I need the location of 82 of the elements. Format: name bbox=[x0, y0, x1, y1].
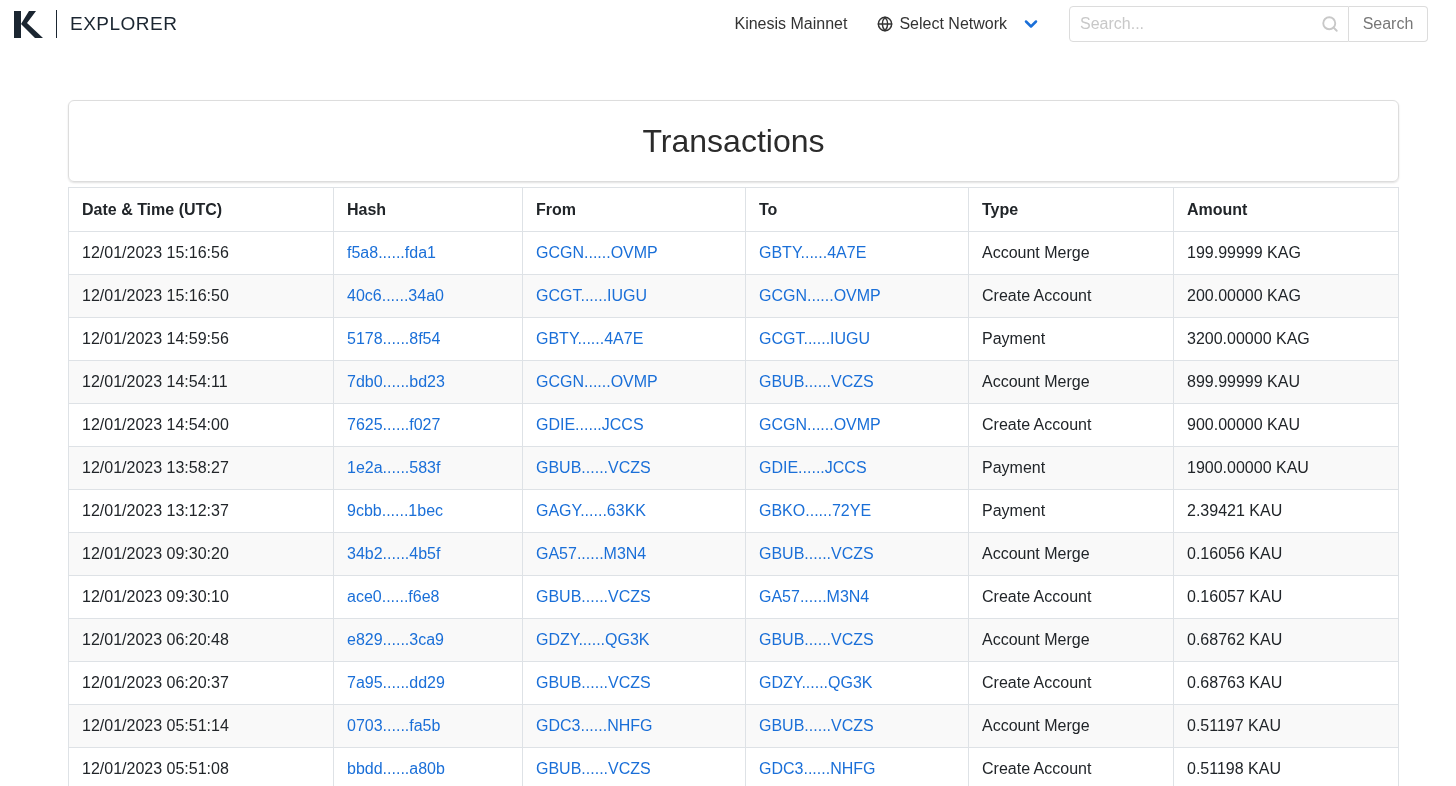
logo-icon bbox=[14, 10, 43, 38]
to-address-link[interactable]: GBUB......VCZS bbox=[759, 717, 874, 734]
date-time-cell: 12/01/2023 15:16:50 bbox=[68, 274, 334, 318]
hash-link[interactable]: 7a95......dd29 bbox=[347, 674, 445, 691]
hash-link[interactable]: 1e2a......583f bbox=[347, 459, 441, 476]
type-cell: Account Merge bbox=[968, 618, 1174, 662]
type-cell: Account Merge bbox=[968, 704, 1174, 748]
type-cell: Create Account bbox=[968, 575, 1174, 619]
from-address-link[interactable]: GAGY......63KK bbox=[536, 502, 646, 519]
date-time-cell: 12/01/2023 13:12:37 bbox=[68, 489, 334, 533]
amount-cell: 2.39421 KAU bbox=[1173, 489, 1399, 533]
column-header: Hash bbox=[333, 187, 523, 232]
search-icon bbox=[1321, 15, 1339, 33]
amount-cell: 0.68763 KAU bbox=[1173, 661, 1399, 705]
date-time-cell: 12/01/2023 09:30:10 bbox=[68, 575, 334, 619]
amount-cell: 200.00000 KAG bbox=[1173, 274, 1399, 318]
hash-link[interactable]: 7db0......bd23 bbox=[347, 373, 445, 390]
column-header: Type bbox=[968, 187, 1174, 232]
search-button[interactable]: Search bbox=[1349, 6, 1428, 42]
from-address-link[interactable]: GCGT......IUGU bbox=[536, 287, 648, 304]
logo-text: EXPLORER bbox=[70, 13, 178, 35]
amount-cell: 900.00000 KAU bbox=[1173, 403, 1399, 447]
type-cell: Payment bbox=[968, 317, 1174, 361]
hash-link[interactable]: 9cbb......1bec bbox=[347, 502, 444, 519]
from-address-link[interactable]: GDZY......QG3K bbox=[536, 631, 650, 648]
from-address-link[interactable]: GBTY......4A7E bbox=[536, 330, 644, 347]
hash-link[interactable]: 7625......f027 bbox=[347, 416, 441, 433]
to-address-link[interactable]: GBTY......4A7E bbox=[759, 244, 867, 261]
type-cell: Account Merge bbox=[968, 231, 1174, 275]
type-cell: Account Merge bbox=[968, 532, 1174, 576]
column-header: Date & Time (UTC) bbox=[68, 187, 334, 232]
from-address-link[interactable]: GBUB......VCZS bbox=[536, 674, 651, 691]
to-address-link[interactable]: GA57......M3N4 bbox=[759, 588, 870, 605]
from-address-link[interactable]: GBUB......VCZS bbox=[536, 459, 651, 476]
amount-cell: 899.99999 KAU bbox=[1173, 360, 1399, 404]
amount-cell: 3200.00000 KAG bbox=[1173, 317, 1399, 361]
hash-link[interactable]: 34b2......4b5f bbox=[347, 545, 441, 562]
column-header: From bbox=[522, 187, 746, 232]
network-selector[interactable]: Select Network bbox=[877, 14, 1041, 34]
amount-cell: 199.99999 KAG bbox=[1173, 231, 1399, 275]
to-address-link[interactable]: GBUB......VCZS bbox=[759, 545, 874, 562]
date-time-cell: 12/01/2023 06:20:37 bbox=[68, 661, 334, 705]
amount-cell: 0.68762 KAU bbox=[1173, 618, 1399, 662]
globe-icon bbox=[877, 16, 894, 32]
date-time-cell: 12/01/2023 05:51:14 bbox=[68, 704, 334, 748]
to-address-link[interactable]: GCGT......IUGU bbox=[759, 330, 871, 347]
type-cell: Create Account bbox=[968, 274, 1174, 318]
date-time-cell: 12/01/2023 05:51:08 bbox=[68, 747, 334, 786]
date-time-cell: 12/01/2023 15:16:56 bbox=[68, 231, 334, 275]
to-address-link[interactable]: GDZY......QG3K bbox=[759, 674, 873, 691]
type-cell: Account Merge bbox=[968, 360, 1174, 404]
amount-cell: 0.51197 KAU bbox=[1173, 704, 1399, 748]
to-address-link[interactable]: GDIE......JCCS bbox=[759, 459, 867, 476]
hash-link[interactable]: f5a8......fda1 bbox=[347, 244, 436, 261]
date-time-cell: 12/01/2023 09:30:20 bbox=[68, 532, 334, 576]
type-cell: Payment bbox=[968, 446, 1174, 490]
hash-link[interactable]: 0703......fa5b bbox=[347, 717, 441, 734]
hash-link[interactable]: ace0......f6e8 bbox=[347, 588, 440, 605]
from-address-link[interactable]: GA57......M3N4 bbox=[536, 545, 647, 562]
hash-link[interactable]: 5178......8f54 bbox=[347, 330, 441, 347]
type-cell: Create Account bbox=[968, 661, 1174, 705]
amount-cell: 1900.00000 KAU bbox=[1173, 446, 1399, 490]
to-address-link[interactable]: GBUB......VCZS bbox=[759, 631, 874, 648]
hash-link[interactable]: e829......3ca9 bbox=[347, 631, 444, 648]
date-time-cell: 12/01/2023 14:54:00 bbox=[68, 403, 334, 447]
type-cell: Payment bbox=[968, 489, 1174, 533]
column-header: Amount bbox=[1173, 187, 1399, 232]
to-address-link[interactable]: GBUB......VCZS bbox=[759, 373, 874, 390]
type-cell: Create Account bbox=[968, 403, 1174, 447]
date-time-cell: 12/01/2023 06:20:48 bbox=[68, 618, 334, 662]
column-header: To bbox=[745, 187, 969, 232]
to-address-link[interactable]: GBKO......72YE bbox=[759, 502, 872, 519]
hash-link[interactable]: 40c6......34a0 bbox=[347, 287, 444, 304]
date-time-cell: 12/01/2023 14:54:11 bbox=[68, 360, 334, 404]
date-time-cell: 12/01/2023 13:58:27 bbox=[68, 446, 334, 490]
from-address-link[interactable]: GDIE......JCCS bbox=[536, 416, 644, 433]
date-time-cell: 12/01/2023 14:59:56 bbox=[68, 317, 334, 361]
network-name: Kinesis Mainnet bbox=[734, 15, 848, 33]
amount-cell: 0.16056 KAU bbox=[1173, 532, 1399, 576]
from-address-link[interactable]: GBUB......VCZS bbox=[536, 588, 651, 605]
page-title: Transactions bbox=[642, 122, 825, 160]
amount-cell: 0.16057 KAU bbox=[1173, 575, 1399, 619]
